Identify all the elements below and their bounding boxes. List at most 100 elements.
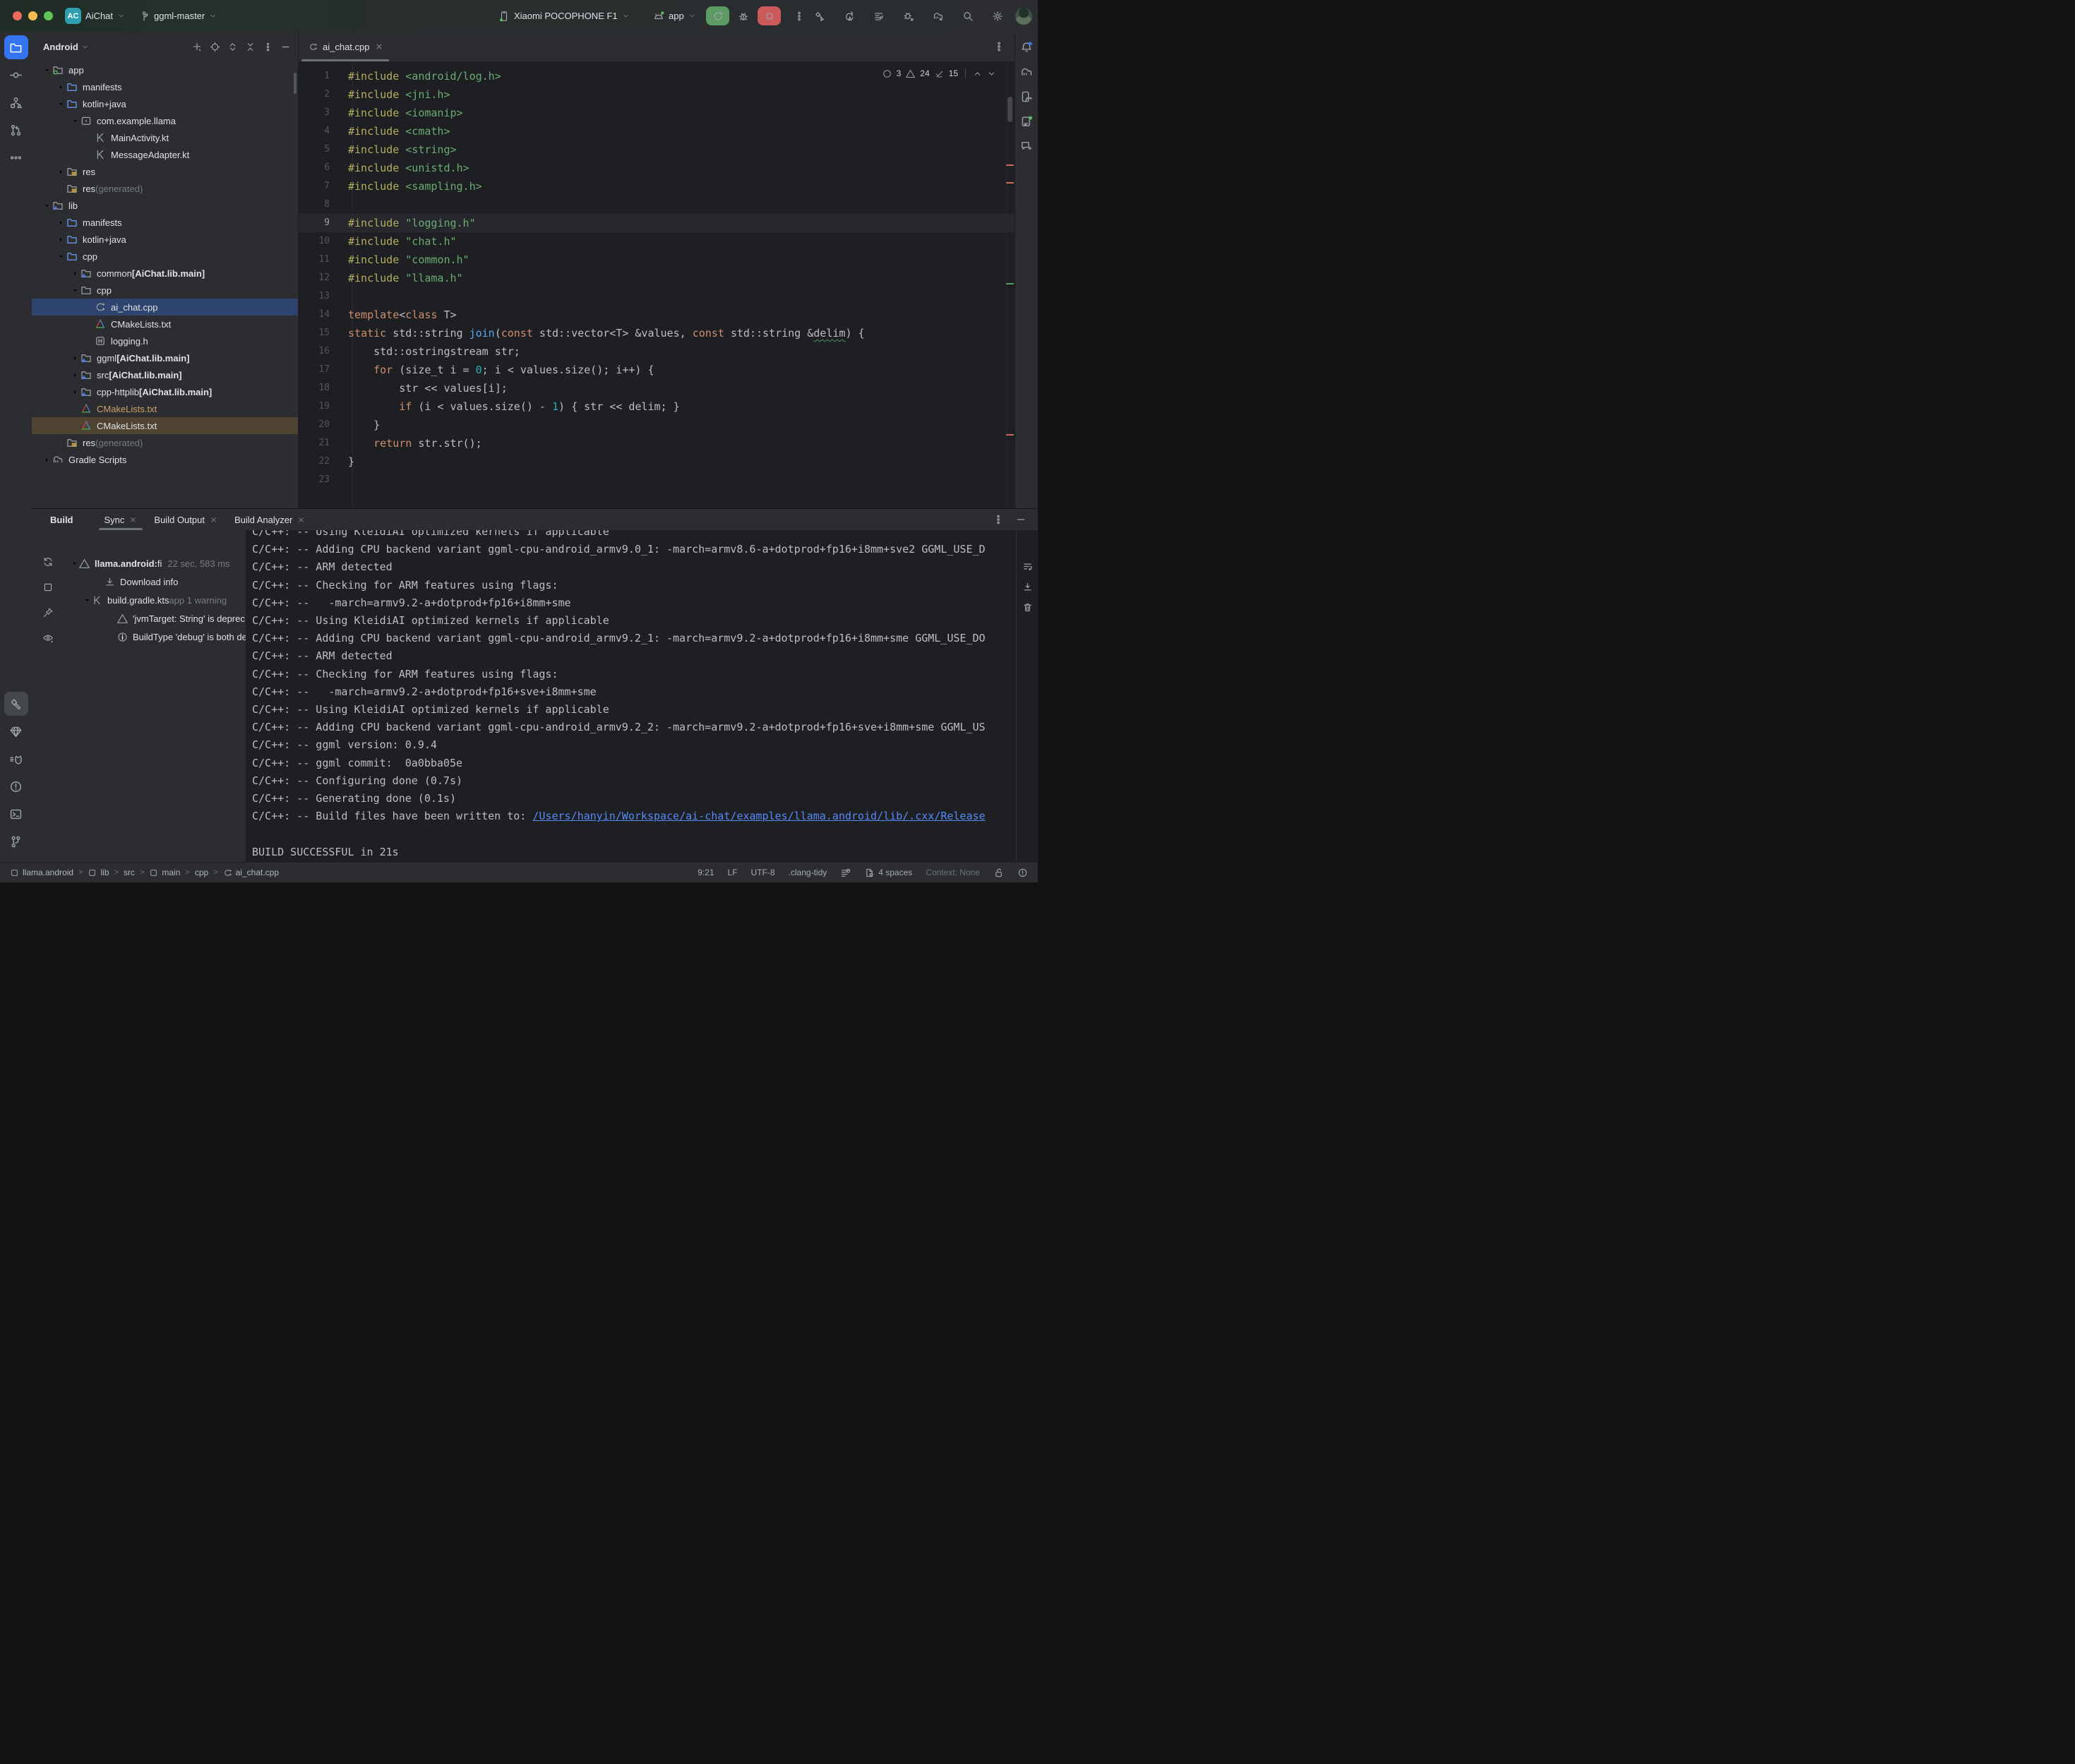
status-4-spaces[interactable]: 4 spaces bbox=[864, 868, 912, 878]
status-context-none[interactable]: Context: None bbox=[926, 868, 980, 877]
tool-window-button-running-devices[interactable] bbox=[1017, 112, 1036, 131]
error-stripe-mark[interactable] bbox=[1006, 164, 1014, 166]
minimize-window-button[interactable] bbox=[28, 11, 37, 20]
status-9-21[interactable]: 9:21 bbox=[698, 868, 714, 877]
tool-window-button-build-hammer-plain[interactable] bbox=[4, 692, 28, 716]
tree-chevron-right-icon[interactable] bbox=[70, 270, 80, 277]
hide-minus-icon[interactable] bbox=[280, 42, 291, 52]
build-tab-sync[interactable]: Sync bbox=[97, 509, 145, 530]
tree-item-cmakelists-txt[interactable]: CMakeLists.txt bbox=[32, 417, 298, 434]
vcs-branch-widget[interactable]: ggml-master bbox=[138, 0, 217, 32]
project-scrollbar[interactable] bbox=[294, 73, 297, 94]
close-tab-icon[interactable] bbox=[297, 516, 305, 524]
tree-item-logging-h[interactable]: logging.h bbox=[32, 332, 298, 349]
project-view-title[interactable]: Android bbox=[43, 42, 78, 52]
project-widget[interactable]: AC AiChat bbox=[65, 0, 125, 32]
kebab-icon[interactable] bbox=[263, 42, 273, 52]
breadcrumb-llama-android[interactable]: llama.android bbox=[10, 868, 73, 877]
editor-options-kebab-icon[interactable] bbox=[993, 41, 1005, 52]
tree-item-ggml[interactable]: ggml [AiChat.lib.main] bbox=[32, 349, 298, 366]
build-tree-item[interactable]: BuildType 'debug' is both de bbox=[64, 628, 246, 646]
tree-item-common[interactable]: common [AiChat.lib.main] bbox=[32, 265, 298, 282]
build-tree-item[interactable]: Download info bbox=[64, 572, 246, 591]
error-stripe-mark[interactable] bbox=[1006, 434, 1014, 436]
tree-item-res[interactable]: res bbox=[32, 163, 298, 180]
avatar[interactable] bbox=[1015, 8, 1032, 25]
close-window-button[interactable] bbox=[13, 11, 22, 20]
tree-item-gradle-scripts[interactable]: Gradle Scripts bbox=[32, 451, 298, 468]
tree-item-src[interactable]: src [AiChat.lib.main] bbox=[32, 366, 298, 383]
expand-all-icon[interactable] bbox=[227, 42, 238, 52]
run-configuration-selector[interactable]: app bbox=[653, 0, 696, 32]
breadcrumb-main[interactable]: main bbox=[149, 868, 180, 877]
tree-chevron-right-icon[interactable] bbox=[42, 456, 52, 464]
status-lock-open[interactable] bbox=[993, 868, 1004, 878]
tree-chevron-down-icon[interactable] bbox=[42, 66, 52, 74]
clear-trash-icon[interactable] bbox=[1022, 602, 1033, 613]
inspections-widget[interactable]: 3 24 15 bbox=[883, 68, 996, 78]
tree-chevron-down-icon[interactable] bbox=[70, 287, 80, 294]
build-tab-build-analyzer[interactable]: Build Analyzer bbox=[227, 509, 312, 530]
tree-item-kotlin-java[interactable]: kotlin+java bbox=[32, 231, 298, 248]
tree-item-manifests[interactable]: manifests bbox=[32, 214, 298, 231]
tree-item-com-example-llama[interactable]: com.example.llama bbox=[32, 112, 298, 129]
tool-window-button-version-control-branch[interactable] bbox=[4, 829, 28, 853]
scroll-to-end-icon[interactable] bbox=[1022, 582, 1033, 592]
tool-window-button-more-horizontal[interactable] bbox=[4, 145, 28, 169]
apply-code-changes-icon[interactable] bbox=[873, 11, 885, 22]
collapse-all-icon[interactable] bbox=[245, 42, 256, 52]
build-hammer-icon[interactable] bbox=[813, 11, 826, 22]
device-selector[interactable]: Xiaomi POCOPHONE F1 bbox=[498, 0, 630, 32]
tree-item-cpp[interactable]: cpp bbox=[32, 248, 298, 265]
stop-filled-icon[interactable] bbox=[39, 578, 57, 596]
status--clang-tidy[interactable]: .clang-tidy bbox=[789, 868, 827, 877]
tree-chevron-right-icon[interactable] bbox=[56, 219, 66, 227]
status-utf-8[interactable]: UTF-8 bbox=[751, 868, 775, 877]
next-problem-icon[interactable] bbox=[987, 69, 996, 78]
error-stripe-mark[interactable] bbox=[1006, 283, 1014, 284]
stop-app-button[interactable] bbox=[758, 6, 781, 25]
tree-item-cmakelists-txt[interactable]: CMakeLists.txt bbox=[32, 316, 298, 332]
tree-item-kotlin-java[interactable]: kotlin+java bbox=[32, 95, 298, 112]
zoom-window-button[interactable] bbox=[44, 11, 53, 20]
tree-item-res[interactable]: res (generated) bbox=[32, 180, 298, 197]
tree-item-cpp[interactable]: cpp bbox=[32, 282, 298, 299]
build-tree-item[interactable]: 'jvmTarget: String' is deprec bbox=[64, 609, 246, 628]
close-tab-icon[interactable] bbox=[210, 516, 217, 524]
pin-icon[interactable] bbox=[39, 604, 57, 622]
breadcrumb-cpp[interactable]: cpp bbox=[195, 868, 208, 877]
tree-item-cpp-httplib[interactable]: cpp-httplib [AiChat.lib.main] bbox=[32, 383, 298, 400]
tool-window-button-profiler-cat[interactable] bbox=[4, 747, 28, 771]
tree-chevron-right-icon[interactable] bbox=[70, 371, 80, 379]
add-icon[interactable] bbox=[192, 42, 203, 52]
window-controls[interactable] bbox=[13, 11, 53, 20]
tree-chevron-right-icon[interactable] bbox=[70, 354, 80, 362]
tool-window-button-notifications-bell[interactable] bbox=[1017, 38, 1036, 56]
tree-chevron-down-icon[interactable] bbox=[82, 596, 92, 604]
tool-window-button-pull-requests[interactable] bbox=[4, 118, 28, 142]
breadcrumb-ai-chat-cpp[interactable]: ai_chat.cpp bbox=[223, 868, 279, 877]
tool-window-button-project-folder[interactable] bbox=[4, 35, 28, 59]
tree-item-lib[interactable]: lib bbox=[32, 197, 298, 214]
tree-item-app[interactable]: app bbox=[32, 61, 298, 78]
tool-window-button-commit[interactable] bbox=[4, 63, 28, 87]
editor-scrollbar[interactable] bbox=[1007, 97, 1012, 122]
tree-chevron-down-icon[interactable] bbox=[56, 253, 66, 260]
refresh-sync-icon[interactable] bbox=[39, 553, 57, 571]
tool-window-button-structure[interactable] bbox=[4, 90, 28, 114]
build-tree-item[interactable]: llama.android: fi22 sec, 583 ms bbox=[64, 554, 246, 572]
apply-changes-icon[interactable] bbox=[843, 11, 856, 22]
tree-chevron-right-icon[interactable] bbox=[70, 388, 80, 396]
tree-item-res[interactable]: res (generated) bbox=[32, 434, 298, 451]
error-stripe-mark[interactable] bbox=[1006, 182, 1014, 184]
tree-item-manifests[interactable]: manifests bbox=[32, 78, 298, 95]
build-console[interactable]: C/C++: -- Using KleidiAI optimized kerne… bbox=[246, 530, 1038, 863]
code-editor[interactable]: 1#include <android/log.h>2#include <jni.… bbox=[299, 61, 1015, 508]
tree-chevron-down-icon[interactable] bbox=[69, 560, 79, 568]
tree-item-ai-chat-cpp[interactable]: ai_chat.cpp bbox=[32, 299, 298, 316]
status-lf[interactable]: LF bbox=[728, 868, 738, 877]
preview-eye-icon[interactable] bbox=[39, 629, 57, 647]
breadcrumb-src[interactable]: src bbox=[124, 868, 135, 877]
tree-item-messageadapter-kt[interactable]: MessageAdapter.kt bbox=[32, 146, 298, 163]
tool-window-button-device-manager[interactable] bbox=[1017, 88, 1036, 106]
